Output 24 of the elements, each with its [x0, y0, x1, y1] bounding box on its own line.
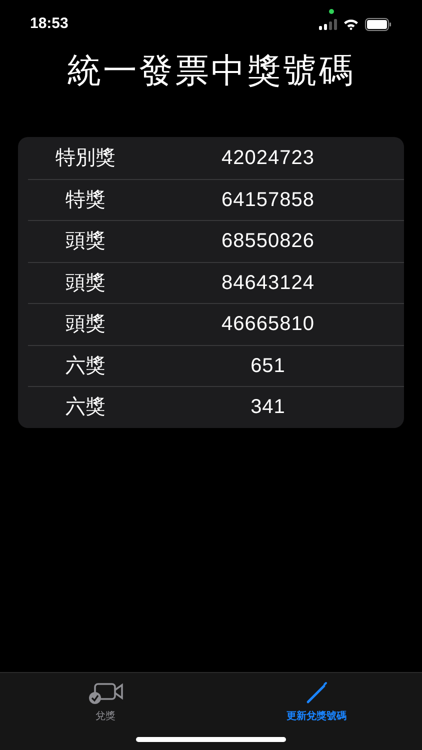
prize-number: 42024723: [220, 146, 316, 171]
prize-name: 頭獎: [64, 270, 106, 296]
prize-number: 46665810: [220, 312, 316, 338]
prize-number: 68550826: [220, 229, 316, 254]
status-time: 18:53: [30, 14, 68, 34]
prize-name: 六獎: [64, 395, 106, 420]
page-title: 統一發票中獎號碼: [66, 51, 356, 92]
pencil-icon: [304, 681, 328, 705]
video-camera-check-icon: [88, 681, 124, 705]
prize-name: 頭獎: [64, 312, 106, 338]
wifi-icon: [343, 18, 359, 30]
signal-icon: [319, 18, 337, 30]
prize-name: 特別獎: [54, 146, 116, 171]
camera-indicator-icon: [329, 8, 334, 14]
prize-name: 六獎: [64, 354, 106, 379]
prize-name: 特獎: [64, 188, 106, 213]
tab-bar-item[interactable]: 兌獎: [0, 673, 211, 750]
prize-name: 頭獎: [64, 229, 106, 254]
battery-icon: [365, 18, 392, 30]
prize-number: 341: [250, 395, 286, 420]
prize-number: 84643124: [220, 270, 316, 296]
prize-number: 651: [250, 354, 286, 379]
tab-bar-item[interactable]: 更新兌獎號碼: [211, 673, 422, 750]
prize-number: 64157858: [220, 188, 316, 213]
